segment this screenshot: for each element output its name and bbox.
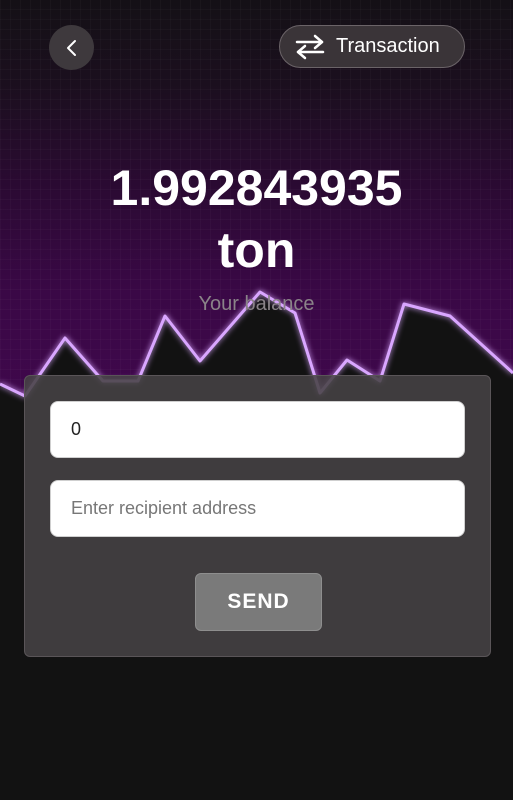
balance-amount: 1.992843935: [110, 160, 403, 216]
balance-caption: Your balance: [198, 293, 315, 315]
send-button[interactable]: SEND: [195, 573, 322, 631]
balance-unit: ton: [217, 222, 296, 278]
recipient-address-input[interactable]: [50, 480, 465, 537]
balance-display: 1.992843935 ton: [0, 157, 513, 281]
amount-input[interactable]: [50, 401, 465, 458]
transaction-label: Transaction: [336, 35, 440, 57]
transaction-button[interactable]: Transaction: [279, 25, 465, 68]
chevron-left-icon: [66, 39, 76, 56]
send-form-card: SEND: [24, 375, 491, 657]
back-button[interactable]: [49, 25, 94, 70]
arrows-swap-icon: [294, 33, 326, 61]
